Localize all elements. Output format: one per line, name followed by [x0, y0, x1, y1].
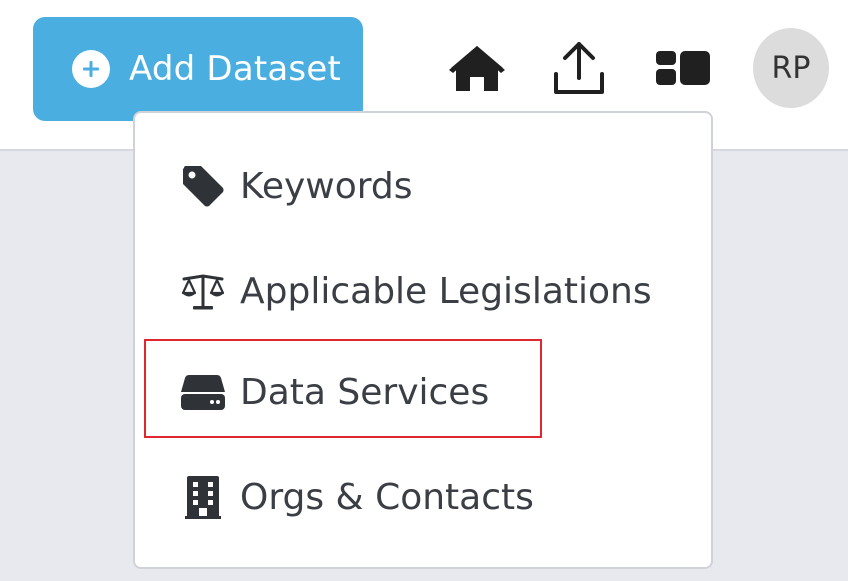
menu-item-label: Data Services — [240, 371, 490, 413]
menu-item-applicable-legislations[interactable]: Applicable Legislations — [135, 246, 711, 336]
menu-item-label: Orgs & Contacts — [240, 476, 534, 518]
add-dataset-label: Add Dataset — [129, 49, 341, 89]
upload-button[interactable] — [549, 38, 609, 98]
add-dataset-button[interactable]: Add Dataset — [33, 17, 363, 121]
menu-item-keywords[interactable]: Keywords — [135, 141, 711, 231]
avatar-initials: RP — [771, 50, 811, 86]
upload-icon — [554, 42, 604, 94]
blocks-icon — [656, 51, 710, 85]
plus-circle-icon — [72, 50, 110, 88]
menu-item-data-services[interactable]: Data Services — [135, 347, 711, 437]
tag-icon — [180, 163, 226, 209]
add-dataset-dropdown-menu: Keywords Applicable Legislations Data Se… — [133, 111, 713, 569]
menu-item-label: Keywords — [240, 165, 413, 207]
home-button[interactable] — [447, 38, 507, 98]
server-drive-icon — [180, 369, 226, 415]
apps-button[interactable] — [653, 38, 713, 98]
home-icon — [449, 46, 505, 91]
avatar[interactable]: RP — [753, 28, 829, 108]
menu-item-label: Applicable Legislations — [240, 270, 652, 312]
building-icon — [180, 474, 226, 520]
balance-scale-icon — [180, 268, 226, 314]
menu-item-orgs-contacts[interactable]: Orgs & Contacts — [135, 452, 711, 542]
